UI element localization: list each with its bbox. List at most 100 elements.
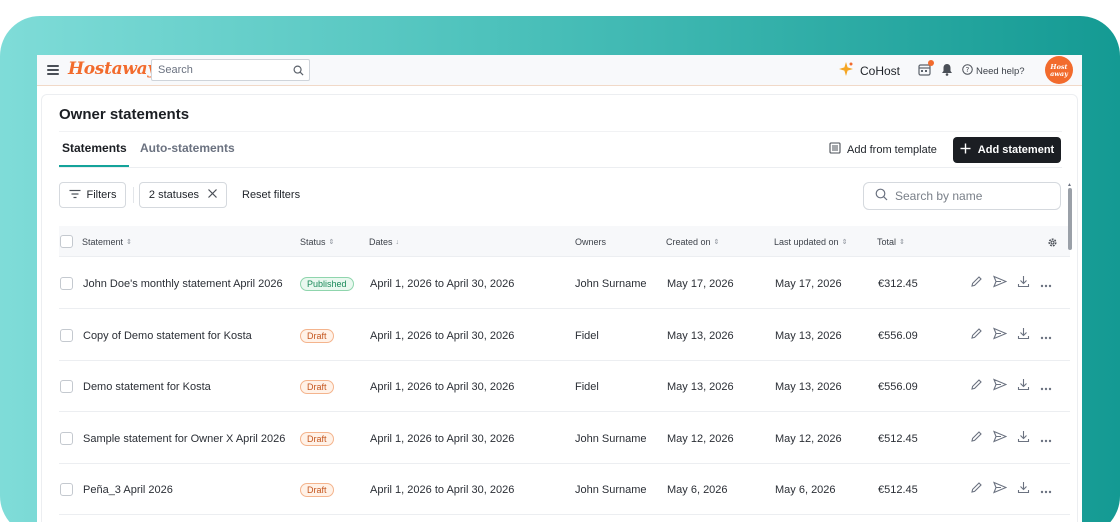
sort-icon: ⇕ bbox=[328, 239, 335, 246]
edit-icon[interactable] bbox=[970, 275, 983, 293]
bell-icon[interactable] bbox=[941, 63, 953, 81]
statement-name[interactable]: John Doe's monthly statement April 2026 bbox=[83, 278, 283, 290]
menu-icon[interactable] bbox=[47, 65, 59, 75]
reset-filters-button[interactable]: Reset filters bbox=[242, 189, 300, 201]
select-all-checkbox[interactable] bbox=[60, 235, 73, 248]
gear-icon[interactable] bbox=[1047, 235, 1058, 253]
logo[interactable]: Hostaway bbox=[68, 59, 157, 79]
send-icon[interactable] bbox=[993, 275, 1008, 293]
column-statement[interactable]: Statement ⇕ bbox=[82, 237, 132, 247]
row-actions bbox=[970, 326, 1052, 345]
column-last-updated-on[interactable]: Last updated on ⇕ bbox=[774, 237, 847, 247]
statement-dates: April 1, 2026 to April 30, 2026 bbox=[370, 381, 515, 393]
sort-icon: ⇕ bbox=[126, 239, 132, 246]
active-tab-indicator bbox=[59, 165, 129, 167]
download-icon[interactable] bbox=[1017, 378, 1030, 396]
download-icon[interactable] bbox=[1017, 327, 1030, 345]
filters-button[interactable]: Filters bbox=[59, 182, 126, 208]
column-total[interactable]: Total ⇕ bbox=[877, 237, 905, 247]
add-statement-button[interactable]: Add statement bbox=[953, 137, 1061, 163]
statement-dates: April 1, 2026 to April 30, 2026 bbox=[370, 432, 515, 445]
edit-icon[interactable] bbox=[970, 430, 983, 448]
download-icon[interactable] bbox=[1017, 430, 1030, 448]
statement-dates: April 1, 2026 to April 30, 2026 bbox=[370, 484, 515, 496]
more-icon[interactable] bbox=[1040, 481, 1052, 499]
edit-icon[interactable] bbox=[970, 378, 983, 396]
status-badge: Draft bbox=[300, 328, 334, 343]
statement-owners: John Surname bbox=[575, 432, 647, 445]
filter-separator bbox=[133, 187, 134, 203]
statement-name[interactable]: Peña_3 April 2026 bbox=[83, 484, 173, 496]
global-search-input[interactable]: Search bbox=[151, 59, 310, 81]
statement-total: €512.45 bbox=[878, 484, 918, 496]
search-icon bbox=[293, 65, 304, 79]
more-icon[interactable] bbox=[1040, 378, 1052, 396]
sparkle-icon bbox=[839, 62, 853, 79]
created-on: May 6, 2026 bbox=[667, 484, 728, 496]
search-icon bbox=[875, 188, 888, 204]
column-created-on[interactable]: Created on ⇕ bbox=[666, 237, 719, 247]
created-on: May 13, 2026 bbox=[667, 329, 734, 342]
help-link[interactable]: ? Need help? bbox=[962, 64, 1025, 78]
calendar-icon[interactable] bbox=[918, 60, 934, 81]
statement-owners: John Surname bbox=[575, 278, 647, 290]
row-checkbox[interactable] bbox=[60, 431, 73, 445]
last-updated-on: May 6, 2026 bbox=[775, 484, 836, 496]
edit-icon[interactable] bbox=[970, 481, 983, 499]
scrollbar[interactable] bbox=[1068, 188, 1072, 250]
table-row[interactable]: John Doe's monthly statement April 2026 … bbox=[59, 258, 1070, 309]
download-icon[interactable] bbox=[1017, 275, 1030, 293]
column-dates[interactable]: Dates ↓ bbox=[369, 237, 399, 247]
row-checkbox[interactable] bbox=[60, 380, 73, 393]
add-from-template-button[interactable]: Add from template bbox=[829, 142, 937, 157]
download-icon[interactable] bbox=[1017, 481, 1030, 499]
status-badge: Published bbox=[300, 277, 354, 291]
send-icon[interactable] bbox=[993, 326, 1008, 345]
notification-dot bbox=[928, 60, 934, 66]
template-icon bbox=[829, 142, 841, 157]
table-row[interactable]: Peña_3 April 2026 Draft April 1, 2026 to… bbox=[59, 464, 1070, 515]
statement-owners: John Surname bbox=[575, 484, 647, 496]
statement-name[interactable]: Demo statement for Kosta bbox=[83, 381, 211, 393]
row-actions bbox=[970, 429, 1052, 448]
last-updated-on: May 13, 2026 bbox=[775, 329, 842, 342]
more-icon[interactable] bbox=[1040, 430, 1052, 448]
last-updated-on: May 12, 2026 bbox=[775, 432, 842, 445]
edit-icon[interactable] bbox=[970, 327, 983, 345]
statement-name[interactable]: Sample statement for Owner X April 2026 bbox=[83, 433, 285, 445]
created-on: May 17, 2026 bbox=[667, 278, 734, 290]
row-checkbox[interactable] bbox=[60, 328, 73, 342]
more-icon[interactable] bbox=[1040, 327, 1052, 345]
status-chip-label: 2 statuses bbox=[148, 189, 200, 201]
filter-icon bbox=[69, 189, 81, 202]
column-status[interactable]: Status ⇕ bbox=[300, 237, 334, 247]
table-row[interactable]: Demo statement for Kosta Draft April 1, … bbox=[59, 361, 1070, 412]
created-on: May 13, 2026 bbox=[667, 381, 734, 393]
more-icon[interactable] bbox=[1040, 275, 1052, 293]
filters-label: Filters bbox=[86, 189, 117, 201]
table-row[interactable]: Copy of Demo statement for Kosta Draft A… bbox=[59, 309, 1070, 361]
row-checkbox[interactable] bbox=[60, 277, 73, 290]
send-icon[interactable] bbox=[993, 378, 1008, 396]
created-on: May 12, 2026 bbox=[667, 432, 734, 445]
statement-owners: Fidel bbox=[575, 329, 599, 342]
tab-statements[interactable]: Statements bbox=[62, 141, 127, 155]
avatar[interactable]: Host away bbox=[1045, 56, 1073, 84]
svg-text:?: ? bbox=[966, 65, 970, 74]
close-icon[interactable] bbox=[208, 189, 217, 201]
send-icon[interactable] bbox=[993, 481, 1008, 499]
last-updated-on: May 17, 2026 bbox=[775, 278, 842, 290]
table-header: Statement ⇕ Status ⇕ Dates ↓ Owners Created… bbox=[59, 226, 1070, 257]
statement-name[interactable]: Copy of Demo statement for Kosta bbox=[83, 330, 252, 342]
sort-desc-icon: ↓ bbox=[395, 238, 400, 246]
row-checkbox[interactable] bbox=[60, 483, 73, 496]
statement-total: €312.45 bbox=[878, 278, 918, 290]
search-by-name-input[interactable]: Search by name bbox=[863, 182, 1061, 210]
send-icon[interactable] bbox=[993, 429, 1008, 448]
table-row[interactable]: Sample statement for Owner X April 2026 … bbox=[59, 412, 1070, 464]
tab-auto-statements[interactable]: Auto-statements bbox=[140, 141, 235, 155]
cohost-button[interactable]: CoHost bbox=[839, 62, 900, 79]
status-filter-chip[interactable]: 2 statuses bbox=[139, 182, 227, 208]
statement-total: €556.09 bbox=[878, 381, 918, 393]
search-by-name-placeholder: Search by name bbox=[895, 189, 983, 203]
